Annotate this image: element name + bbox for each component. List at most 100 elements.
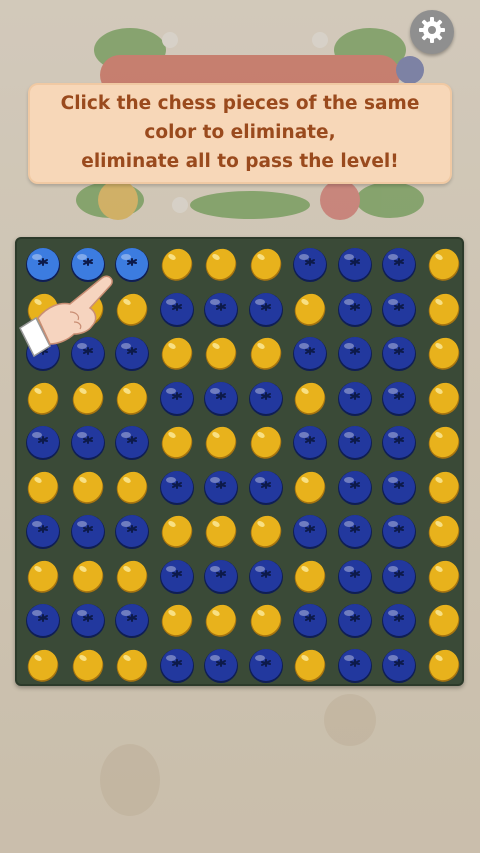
blueberry-piece[interactable] — [112, 511, 152, 551]
blueberry-piece[interactable] — [379, 422, 419, 462]
lemon-piece[interactable] — [201, 244, 241, 284]
blueberry-piece[interactable] — [23, 422, 63, 462]
blueberry-piece[interactable] — [379, 556, 419, 596]
blueberry-piece[interactable] — [157, 289, 197, 329]
lemon-piece[interactable] — [246, 600, 286, 640]
lemon-piece[interactable] — [112, 289, 152, 329]
lemon-piece[interactable] — [424, 600, 464, 640]
lemon-piece[interactable] — [201, 600, 241, 640]
lemon-piece[interactable] — [157, 422, 197, 462]
blueberry-piece[interactable] — [379, 244, 419, 284]
blueberry-piece[interactable] — [68, 333, 108, 373]
blueberry-piece[interactable] — [335, 378, 375, 418]
lemon-piece[interactable] — [23, 289, 63, 329]
blueberry-piece[interactable] — [290, 422, 330, 462]
blueberry-piece[interactable] — [379, 289, 419, 329]
lemon-piece[interactable] — [157, 511, 197, 551]
lemon-piece[interactable] — [68, 289, 108, 329]
blueberry-piece[interactable] — [112, 600, 152, 640]
lemon-piece[interactable] — [68, 378, 108, 418]
blueberry-piece[interactable] — [23, 600, 63, 640]
lemon-piece[interactable] — [424, 511, 464, 551]
blueberry-piece[interactable] — [335, 600, 375, 640]
blueberry-piece[interactable] — [246, 467, 286, 507]
blueberry-piece[interactable] — [201, 289, 241, 329]
lemon-piece[interactable] — [290, 467, 330, 507]
lemon-piece[interactable] — [246, 422, 286, 462]
blueberry-piece[interactable] — [379, 645, 419, 685]
lemon-piece[interactable] — [424, 333, 464, 373]
lemon-piece[interactable] — [201, 333, 241, 373]
blueberry-piece[interactable] — [379, 378, 419, 418]
lemon-piece[interactable] — [23, 378, 63, 418]
lemon-piece[interactable] — [68, 556, 108, 596]
blueberry-piece[interactable] — [335, 333, 375, 373]
blueberry-piece-highlighted[interactable] — [112, 244, 152, 284]
lemon-piece[interactable] — [23, 645, 63, 685]
blueberry-piece[interactable] — [246, 556, 286, 596]
blueberry-piece[interactable] — [112, 333, 152, 373]
lemon-piece[interactable] — [112, 556, 152, 596]
lemon-piece[interactable] — [246, 244, 286, 284]
lemon-piece[interactable] — [424, 467, 464, 507]
blueberry-piece[interactable] — [335, 556, 375, 596]
blueberry-piece[interactable] — [290, 511, 330, 551]
lemon-piece[interactable] — [290, 289, 330, 329]
lemon-piece[interactable] — [246, 333, 286, 373]
blueberry-piece[interactable] — [201, 467, 241, 507]
blueberry-piece[interactable] — [23, 333, 63, 373]
blueberry-piece[interactable] — [379, 600, 419, 640]
blueberry-piece[interactable] — [379, 333, 419, 373]
blueberry-piece[interactable] — [157, 556, 197, 596]
lemon-piece[interactable] — [246, 511, 286, 551]
lemon-piece[interactable] — [112, 467, 152, 507]
blueberry-piece[interactable] — [335, 645, 375, 685]
lemon-piece[interactable] — [201, 511, 241, 551]
settings-button[interactable] — [410, 10, 454, 54]
lemon-piece[interactable] — [23, 556, 63, 596]
lemon-piece[interactable] — [157, 600, 197, 640]
blueberry-piece[interactable] — [157, 378, 197, 418]
lemon-piece[interactable] — [201, 422, 241, 462]
lemon-piece[interactable] — [157, 333, 197, 373]
blueberry-piece[interactable] — [23, 511, 63, 551]
blueberry-piece[interactable] — [335, 244, 375, 284]
lemon-piece[interactable] — [424, 422, 464, 462]
blueberry-piece[interactable] — [112, 422, 152, 462]
blueberry-piece[interactable] — [335, 289, 375, 329]
blueberry-piece[interactable] — [68, 422, 108, 462]
lemon-piece[interactable] — [290, 556, 330, 596]
blueberry-piece[interactable] — [68, 511, 108, 551]
lemon-piece[interactable] — [424, 289, 464, 329]
lemon-piece[interactable] — [424, 556, 464, 596]
blueberry-piece[interactable] — [246, 378, 286, 418]
blueberry-piece[interactable] — [379, 467, 419, 507]
blueberry-piece[interactable] — [290, 600, 330, 640]
blueberry-piece[interactable] — [290, 244, 330, 284]
blueberry-piece[interactable] — [157, 467, 197, 507]
lemon-piece[interactable] — [112, 645, 152, 685]
lemon-piece[interactable] — [424, 645, 464, 685]
blueberry-piece[interactable] — [201, 645, 241, 685]
lemon-piece[interactable] — [424, 378, 464, 418]
lemon-piece[interactable] — [68, 467, 108, 507]
blueberry-piece[interactable] — [379, 511, 419, 551]
blueberry-piece[interactable] — [290, 333, 330, 373]
blueberry-piece[interactable] — [201, 378, 241, 418]
blueberry-piece[interactable] — [68, 600, 108, 640]
blueberry-piece[interactable] — [335, 511, 375, 551]
lemon-piece[interactable] — [23, 467, 63, 507]
blueberry-piece[interactable] — [201, 556, 241, 596]
blueberry-piece[interactable] — [335, 422, 375, 462]
lemon-piece[interactable] — [290, 645, 330, 685]
blueberry-piece[interactable] — [157, 645, 197, 685]
lemon-piece[interactable] — [157, 244, 197, 284]
lemon-piece[interactable] — [112, 378, 152, 418]
blueberry-piece[interactable] — [335, 467, 375, 507]
blueberry-piece-highlighted[interactable] — [68, 244, 108, 284]
lemon-piece[interactable] — [424, 244, 464, 284]
lemon-piece[interactable] — [290, 378, 330, 418]
lemon-piece[interactable] — [68, 645, 108, 685]
blueberry-piece[interactable] — [246, 645, 286, 685]
blueberry-piece[interactable] — [246, 289, 286, 329]
